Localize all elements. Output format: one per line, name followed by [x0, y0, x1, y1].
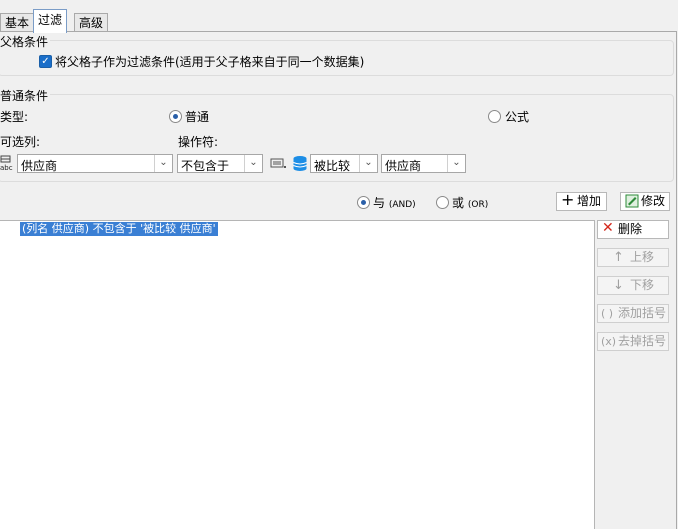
arrow-down-icon: ↓ — [613, 278, 624, 293]
tab-bar: 基本 过滤 高级 — [0, 0, 678, 33]
add-bracket-label: 添加括号 — [618, 306, 667, 320]
tab-basic-label: 基本 — [5, 16, 30, 30]
parent-filter-checkbox-label: 将父格子作为过滤条件(适用于父子格来自于同一个数据集) — [55, 55, 365, 69]
add-button[interactable]: + 增加 — [556, 190, 607, 211]
compare-field-value: 供应商 — [385, 159, 422, 173]
remove-bracket-button[interactable]: (x) 去掉括号 — [597, 332, 669, 351]
condition-item[interactable]: (列名 供应商) 不包含于 '被比较 供应商' — [20, 222, 218, 236]
logic-and-text: 与 — [373, 196, 386, 210]
tab-filter[interactable]: 过滤 — [33, 9, 68, 33]
add-button-label: 增加 — [577, 194, 602, 208]
modify-button[interactable]: 修改 — [620, 192, 670, 211]
logic-or-label: 或 (OR) — [452, 194, 488, 211]
operator-select-value: 不包含于 — [181, 159, 230, 173]
parent-filter-checkbox[interactable]: ✓ — [39, 55, 52, 68]
arrow-up-icon: ↑ — [613, 250, 624, 265]
logic-and-sub: (AND) — [388, 200, 416, 210]
delete-button-label: 删除 — [618, 222, 643, 236]
logic-or-text: 或 — [452, 196, 465, 210]
tab-advanced-label: 高级 — [79, 16, 104, 30]
column-type-icon: abc — [0, 154, 17, 172]
tab-advanced[interactable]: 高级 — [74, 13, 109, 32]
type-normal-radio[interactable] — [169, 110, 182, 123]
condition-list[interactable]: (列名 供应商) 不包含于 '被比较 供应商' — [0, 220, 595, 529]
plus-icon: + — [561, 190, 575, 209]
remove-bracket-icon: (x) — [601, 335, 617, 348]
compare-field-select[interactable]: 供应商 ⌄ — [381, 154, 466, 173]
add-bracket-button[interactable]: ( ) 添加括号 — [597, 304, 669, 323]
logic-or-radio[interactable] — [436, 196, 449, 209]
tab-filter-label: 过滤 — [38, 13, 63, 27]
column-select[interactable]: 供应商 ⌄ — [17, 154, 173, 173]
operator-label: 操作符: — [178, 135, 219, 149]
type-formula-radio[interactable] — [488, 110, 501, 123]
bracket-icon: ( ) — [601, 307, 614, 320]
parent-condition-title: 父格条件 — [0, 33, 51, 50]
type-normal-label: 普通 — [185, 110, 210, 124]
logic-and-label: 与 (AND) — [373, 194, 416, 211]
close-icon: ✕ — [602, 220, 614, 236]
column-select-value: 供应商 — [21, 159, 58, 173]
move-up-button[interactable]: ↑ 上移 — [597, 248, 669, 267]
edit-icon — [625, 194, 639, 213]
chevron-down-icon: ⌄ — [359, 155, 377, 172]
logic-and-radio[interactable] — [357, 196, 370, 209]
operator-select[interactable]: 不包含于 ⌄ — [177, 154, 263, 173]
move-up-label: 上移 — [630, 250, 655, 264]
compare-select-value: 被比较 — [314, 159, 351, 173]
value-type-menu-icon[interactable] — [269, 156, 287, 171]
move-down-label: 下移 — [630, 278, 655, 292]
type-formula-label: 公式 — [505, 110, 530, 124]
compare-select[interactable]: 被比较 ⌄ — [310, 154, 378, 173]
database-icon — [292, 155, 309, 172]
logic-or-sub: (OR) — [467, 200, 489, 210]
type-label: 类型: — [0, 110, 29, 124]
modify-button-label: 修改 — [641, 194, 666, 208]
column-label: 可选列: — [0, 135, 41, 149]
svg-text:abc: abc — [0, 164, 13, 171]
chevron-down-icon: ⌄ — [447, 155, 465, 172]
move-down-button[interactable]: ↓ 下移 — [597, 276, 669, 295]
normal-condition-title: 普通条件 — [0, 87, 51, 104]
chevron-down-icon: ⌄ — [244, 155, 262, 172]
remove-bracket-label: 去掉括号 — [618, 334, 667, 348]
chevron-down-icon: ⌄ — [154, 155, 172, 172]
tab-basic[interactable]: 基本 — [0, 13, 35, 32]
delete-button[interactable]: ✕ 删除 — [597, 220, 669, 239]
